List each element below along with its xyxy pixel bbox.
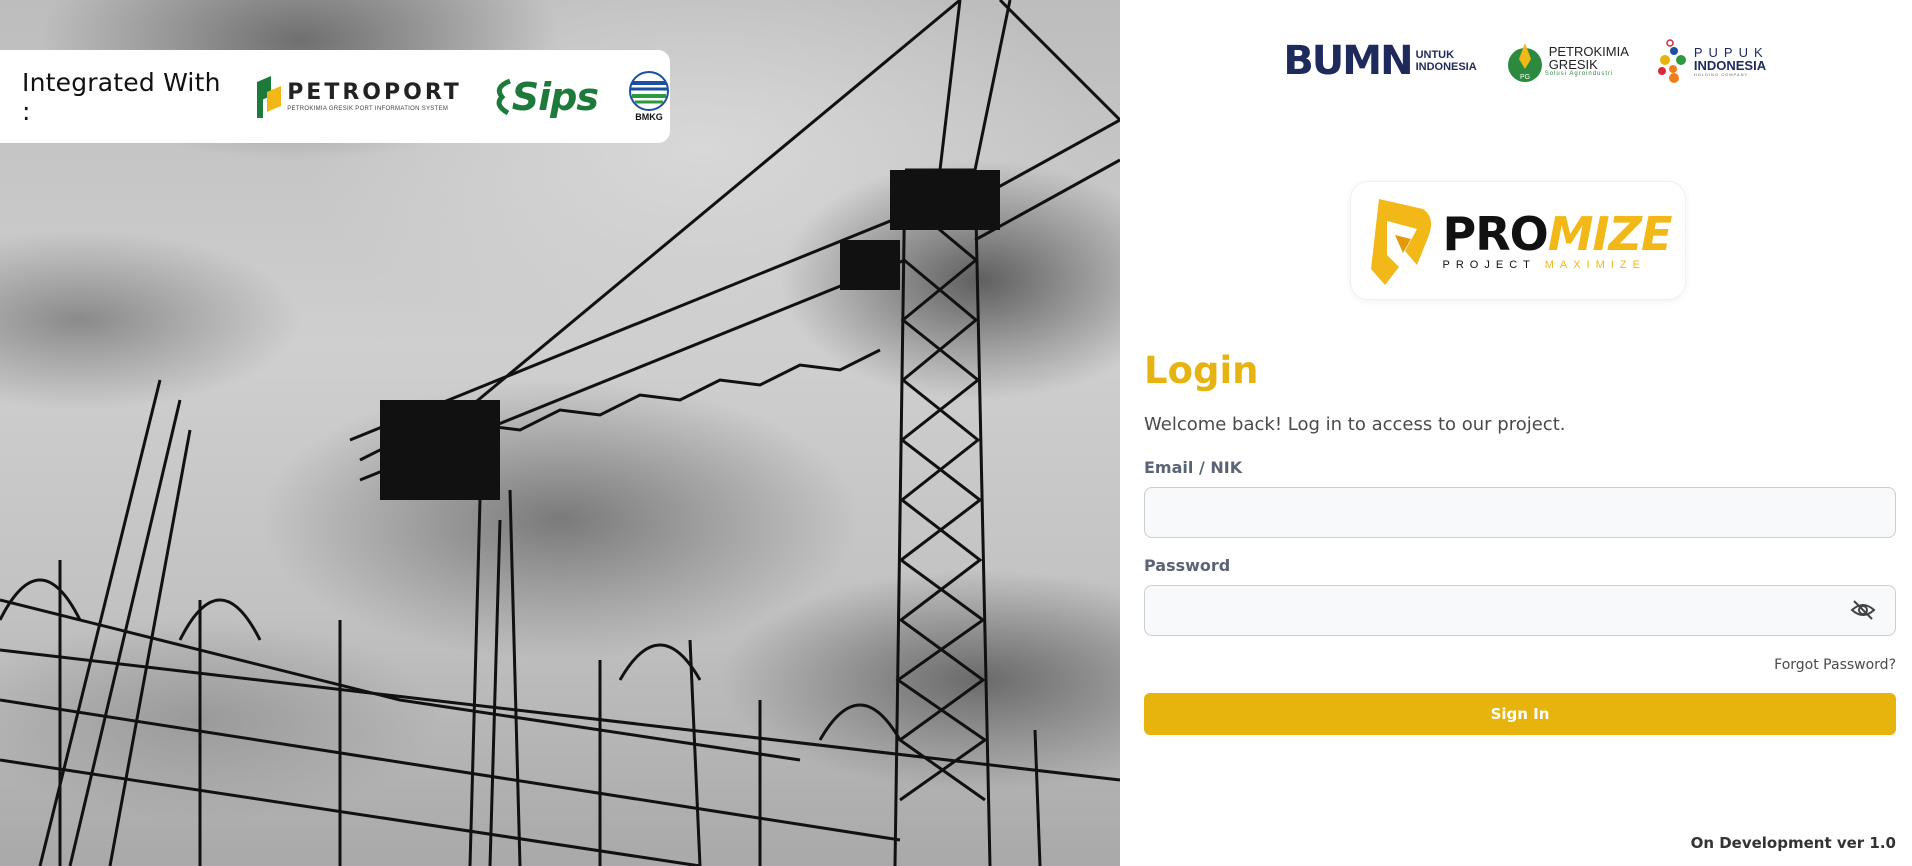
bumn-word: BUMN xyxy=(1283,38,1413,84)
integrated-with-label: Integrated With : xyxy=(22,67,221,126)
login-panel: BUMN UNTUK INDONESIA PG PETROKIMIA GRESI… xyxy=(1120,0,1912,866)
integrated-with-banner: Integrated With : PETROPORT PETROKIMIA G… xyxy=(0,50,670,143)
petrokimia-emblem-icon: PG xyxy=(1507,43,1542,82)
hero-image-panel: Integrated With : PETROPORT PETROKIMIA G… xyxy=(0,0,1120,866)
promize-mark-icon xyxy=(1370,198,1431,285)
login-title: Login xyxy=(1144,349,1259,392)
bmkg-emblem-icon xyxy=(629,71,669,111)
sips-name: Sips xyxy=(511,74,599,119)
promize-logo-card: PROMIZE PROJECT MAXIMIZE xyxy=(1350,181,1686,300)
partner-logos: BUMN UNTUK INDONESIA PG PETROKIMIA GRESI… xyxy=(1120,38,1912,84)
email-label: Email / NIK xyxy=(1144,458,1243,477)
welcome-text: Welcome back! Log in to access to our pr… xyxy=(1144,414,1566,435)
bumn-line2: INDONESIA xyxy=(1415,61,1477,73)
email-nik-input[interactable] xyxy=(1144,487,1896,538)
petroport-name: PETROPORT xyxy=(287,79,462,105)
petroport-subtitle: PETROKIMIA GRESIK PORT INFORMATION SYSTE… xyxy=(287,105,449,112)
brand-pro: PRO xyxy=(1442,206,1549,261)
password-label: Password xyxy=(1144,556,1231,575)
brand-project: PROJECT xyxy=(1442,258,1536,271)
bmkg-logo: BMKG xyxy=(628,71,670,122)
version-label: On Development ver 1.0 xyxy=(1690,834,1896,852)
petroport-mark-icon xyxy=(257,75,282,118)
pupuk-line1: PUPUK xyxy=(1693,44,1769,60)
petroport-logo: PETROPORT PETROKIMIA GRESIK PORT INFORMA… xyxy=(257,75,462,118)
sign-in-button[interactable]: Sign In xyxy=(1144,693,1896,735)
petrokimia-gresik-logo: PG PETROKIMIA GRESIK Solusi Agroindustri xyxy=(1505,39,1629,83)
pupuk-dots-icon xyxy=(1657,39,1686,83)
forgot-password-link[interactable]: Forgot Password? xyxy=(1774,657,1896,673)
petrokimia-tagline: Solusi Agroindustri xyxy=(1544,71,1614,77)
pupuk-indonesia-logo: PUPUK INDONESIA HOLDING COMPANY xyxy=(1657,38,1769,84)
login-page: Integrated With : PETROPORT PETROKIMIA G… xyxy=(0,0,1912,866)
bumn-line1: UNTUK xyxy=(1415,49,1455,61)
petrokimia-badge-text: PG xyxy=(1520,74,1530,81)
brand-maximize: MAXIMIZE xyxy=(1544,258,1646,271)
password-input[interactable] xyxy=(1144,585,1896,636)
bumn-logo: BUMN UNTUK INDONESIA xyxy=(1283,41,1476,81)
brand-mize: MIZE xyxy=(1547,206,1673,261)
sips-leaf-icon xyxy=(496,78,511,115)
sips-logo: Sips xyxy=(492,74,599,119)
bmkg-name: BMKG xyxy=(635,112,663,122)
eye-slash-icon[interactable] xyxy=(1850,598,1876,622)
petrokimia-line2: GRESIK xyxy=(1548,57,1598,72)
pupuk-line2: INDONESIA xyxy=(1693,57,1767,73)
